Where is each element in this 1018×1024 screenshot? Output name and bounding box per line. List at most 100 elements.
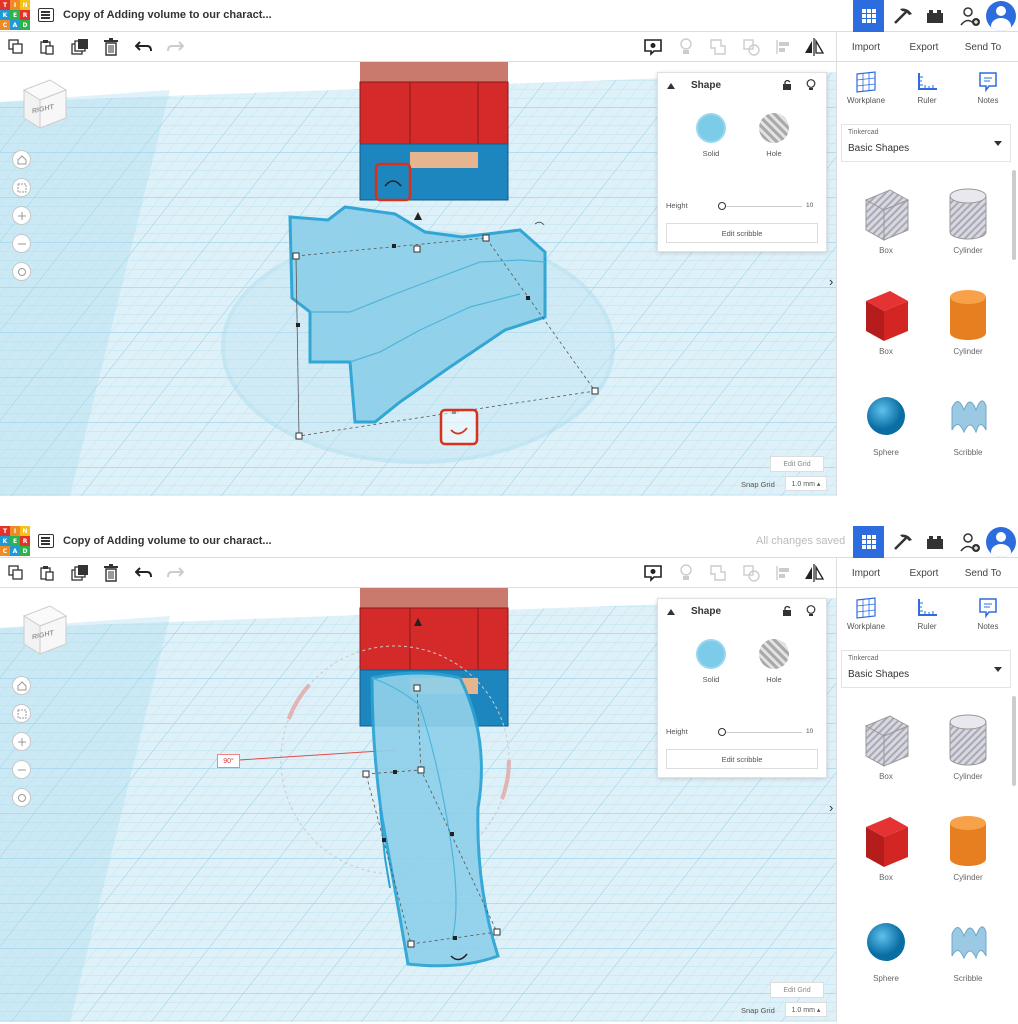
lightbulb-icon[interactable] <box>806 79 816 91</box>
export-button[interactable]: Export <box>899 36 949 58</box>
workplane-tool[interactable]: Workplane <box>841 70 891 105</box>
sidebar-scrollbar[interactable] <box>1012 170 1016 260</box>
lightbulb-icon[interactable] <box>806 605 816 617</box>
notes-tool[interactable]: Notes <box>963 596 1013 631</box>
hole-option[interactable]: Hole <box>754 113 794 158</box>
invite-user-button[interactable] <box>955 526 985 558</box>
export-button[interactable]: Export <box>899 562 949 584</box>
shape-sphere[interactable]: Sphere <box>851 386 921 457</box>
ortho-view-button[interactable] <box>12 262 31 281</box>
collapse-inspector-icon[interactable] <box>667 83 675 89</box>
snap-grid-select[interactable]: 1.0 mm ▴ <box>785 1002 827 1017</box>
design-list-icon[interactable] <box>38 8 54 22</box>
tinkercad-logo[interactable]: TIN KER CAD <box>0 0 30 30</box>
blocks-view-button[interactable] <box>888 526 918 558</box>
resize-handle[interactable] <box>295 432 303 440</box>
sidebar-scrollbar[interactable] <box>1012 696 1016 786</box>
zoom-in-button[interactable] <box>12 732 31 751</box>
edit-grid-button[interactable]: Edit Grid <box>770 456 824 472</box>
user-avatar[interactable] <box>986 527 1016 557</box>
paste-button[interactable] <box>37 37 57 57</box>
ruler-tool[interactable]: Ruler <box>902 596 952 631</box>
shape-cylinder-hole[interactable]: Cylinder <box>933 184 1003 255</box>
shape-scribble[interactable]: Scribble <box>933 386 1003 457</box>
fit-view-button[interactable] <box>12 704 31 723</box>
collapse-panel-icon[interactable]: › <box>829 274 833 289</box>
delete-button[interactable] <box>101 37 121 57</box>
resize-handle[interactable] <box>413 684 421 692</box>
user-avatar[interactable] <box>986 1 1016 31</box>
align-button[interactable] <box>773 37 793 57</box>
resize-handle[interactable] <box>591 387 599 395</box>
resize-handle[interactable] <box>417 766 425 774</box>
3d-view-button[interactable] <box>853 0 884 32</box>
character-body[interactable] <box>359 62 509 201</box>
home-view-button[interactable] <box>12 676 31 695</box>
lock-icon[interactable] <box>782 605 792 617</box>
undo-button[interactable] <box>134 563 154 583</box>
send-to-button[interactable]: Send To <box>958 562 1008 584</box>
shape-box-hole[interactable]: Box <box>851 184 921 255</box>
height-slider-knob[interactable] <box>718 728 726 736</box>
ungroup-button[interactable] <box>741 37 761 57</box>
fit-view-button[interactable] <box>12 178 31 197</box>
snap-grid-select[interactable]: 1.0 mm ▴ <box>785 476 827 491</box>
shape-library-select[interactable]: Tinkercad Basic Shapes <box>841 124 1011 162</box>
ortho-view-button[interactable] <box>12 788 31 807</box>
project-title[interactable]: Copy of Adding volume to our charact... <box>63 535 272 547</box>
shape-cylinder[interactable]: Cylinder <box>933 811 1003 882</box>
send-to-button[interactable]: Send To <box>958 36 1008 58</box>
shape-cylinder[interactable]: Cylinder <box>933 285 1003 356</box>
view-cube[interactable]: RIGHT <box>20 76 70 137</box>
collapse-panel-icon[interactable]: › <box>829 800 833 815</box>
view-cube[interactable]: RIGHT <box>20 602 70 663</box>
shape-box[interactable]: Box <box>851 811 921 882</box>
mirror-button[interactable] <box>804 563 824 583</box>
undo-button[interactable] <box>134 37 154 57</box>
edit-scribble-button[interactable]: Edit scribble <box>666 223 818 243</box>
align-button[interactable] <box>773 563 793 583</box>
mirror-button[interactable] <box>804 37 824 57</box>
bricks-view-button[interactable] <box>920 526 950 558</box>
import-button[interactable]: Import <box>842 36 890 58</box>
collapse-inspector-icon[interactable] <box>667 609 675 615</box>
shape-library-select[interactable]: Tinkercad Basic Shapes <box>841 650 1011 688</box>
workplane-tool[interactable]: Workplane <box>841 596 891 631</box>
duplicate-button[interactable] <box>70 563 90 583</box>
bricks-view-button[interactable] <box>920 0 950 32</box>
home-view-button[interactable] <box>12 150 31 169</box>
project-title[interactable]: Copy of Adding volume to our charact... <box>63 9 272 21</box>
copy-button[interactable] <box>6 37 26 57</box>
height-slider-track[interactable] <box>720 732 802 733</box>
lock-icon[interactable] <box>782 79 792 91</box>
zoom-in-button[interactable] <box>12 206 31 225</box>
tinkercad-logo[interactable]: TIN KER CAD <box>0 526 30 556</box>
height-slider-knob[interactable] <box>718 202 726 210</box>
shape-scribble[interactable]: Scribble <box>933 912 1003 983</box>
group-button[interactable] <box>708 563 728 583</box>
blocks-view-button[interactable] <box>888 0 918 32</box>
paste-button[interactable] <box>37 563 57 583</box>
ungroup-button[interactable] <box>741 563 761 583</box>
zoom-out-button[interactable] <box>12 234 31 253</box>
redo-button[interactable] <box>165 563 185 583</box>
zoom-out-button[interactable] <box>12 760 31 779</box>
duplicate-button[interactable] <box>70 37 90 57</box>
notes-toggle-button[interactable] <box>643 37 663 57</box>
delete-button[interactable] <box>101 563 121 583</box>
solid-option[interactable]: Solid <box>691 639 731 684</box>
height-slider-track[interactable] <box>720 206 802 207</box>
resize-handle[interactable] <box>493 928 501 936</box>
resize-handle[interactable] <box>482 234 490 242</box>
resize-handle[interactable] <box>292 252 300 260</box>
solid-option[interactable]: Solid <box>691 113 731 158</box>
import-button[interactable]: Import <box>842 562 890 584</box>
edit-grid-button[interactable]: Edit Grid <box>770 982 824 998</box>
light-button[interactable] <box>676 563 696 583</box>
3d-view-button[interactable] <box>853 526 884 558</box>
edit-scribble-button[interactable]: Edit scribble <box>666 749 818 769</box>
light-button[interactable] <box>676 37 696 57</box>
group-button[interactable] <box>708 37 728 57</box>
copy-button[interactable] <box>6 563 26 583</box>
notes-toggle-button[interactable] <box>643 563 663 583</box>
